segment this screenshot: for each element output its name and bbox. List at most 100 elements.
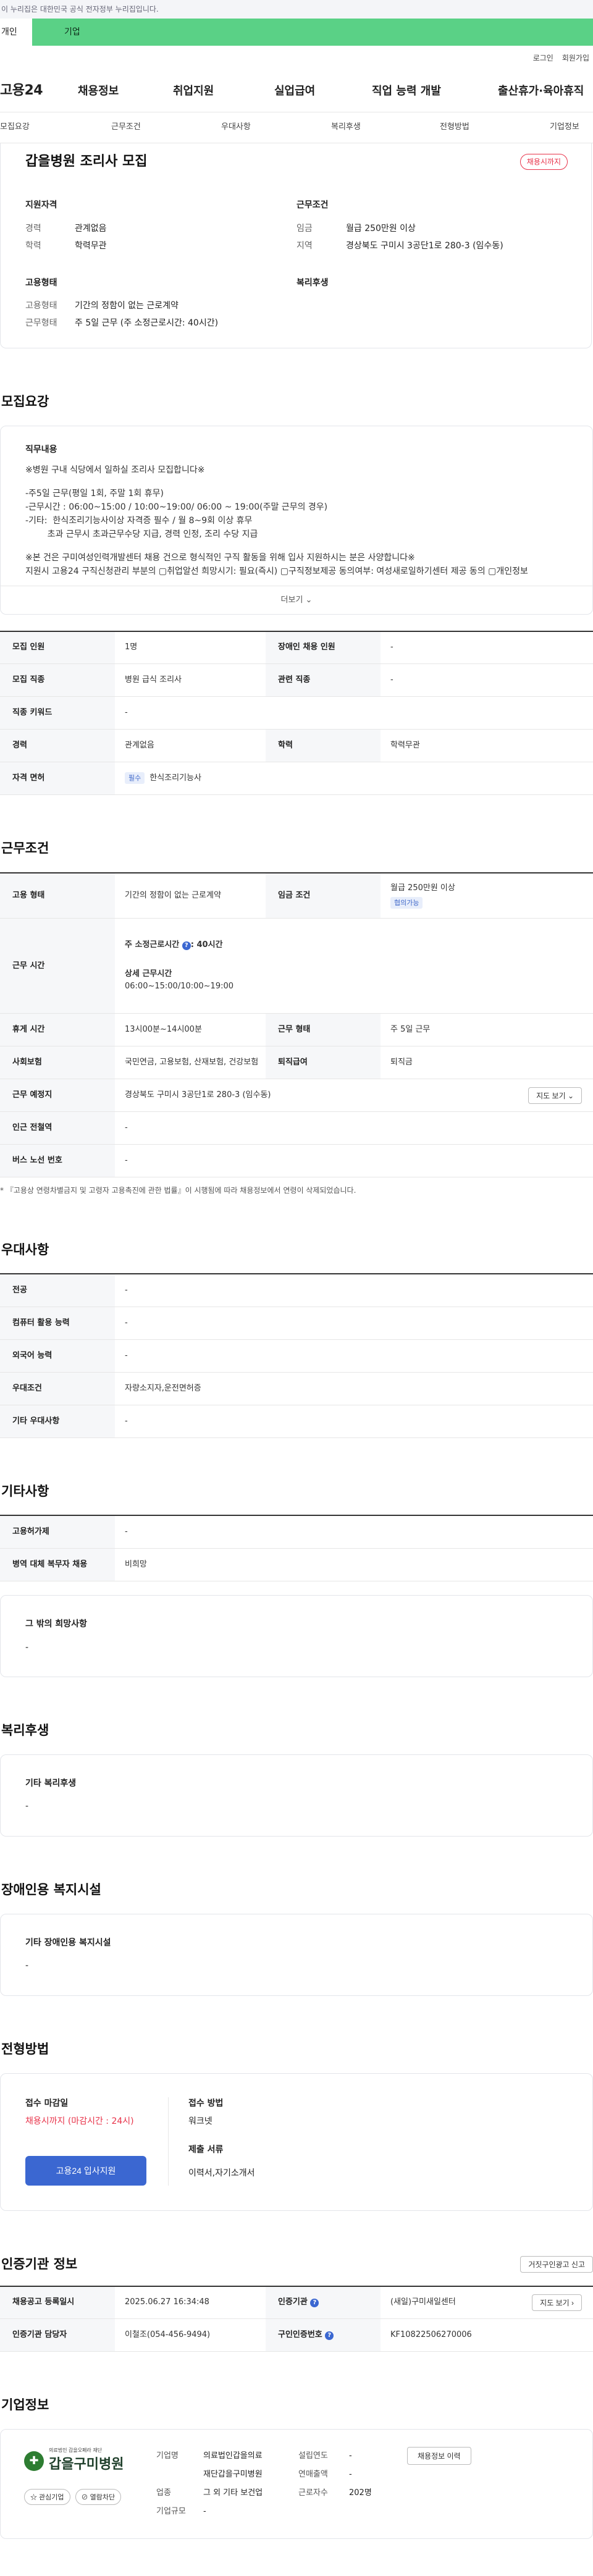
job-keyword-value: - bbox=[115, 696, 593, 730]
table-row: 근무 시간 주 소정근로시간 ?: 40시간 상세 근무시간 06:00~15:… bbox=[0, 918, 593, 1014]
language-label: 외국어 능력 bbox=[0, 1339, 115, 1373]
anchor-preferences[interactable]: 우대사항 bbox=[221, 121, 331, 133]
registered-at-label: 채용공고 등록일시 bbox=[0, 2285, 115, 2320]
gnb-menu-jobs[interactable]: 채용정보 bbox=[78, 83, 173, 100]
other-hope-value: - bbox=[25, 1642, 29, 1652]
duty-line: ※병원 구내 식당에서 일하실 조리사 모집합니다※ bbox=[25, 465, 205, 475]
table-row: 고용허가제 - bbox=[0, 1515, 593, 1549]
table-row: 기타 우대사항 - bbox=[0, 1405, 593, 1438]
site-logo[interactable]: 고용24 bbox=[0, 80, 78, 101]
auth-number-label-text: 구인인증번호 bbox=[278, 2330, 322, 2339]
deadline-heading: 접수 마감일 bbox=[25, 2098, 69, 2108]
preferred-condition-label: 우대조건 bbox=[0, 1372, 115, 1405]
related-job-value: - bbox=[381, 663, 593, 697]
company-logo: ✚ 의료법인 갑을오페라 재단 갑을구미병원 bbox=[24, 2447, 156, 2475]
info-icon[interactable]: ? bbox=[325, 2331, 334, 2340]
education-value: 학력무관 bbox=[75, 240, 107, 251]
info-icon[interactable]: ? bbox=[182, 941, 191, 951]
work-type-value: 주 5일 근무 (주 소정근로시간: 40시간) bbox=[75, 318, 219, 329]
anchor-recruit[interactable]: 모집요강 bbox=[0, 121, 111, 133]
annual-sales-value: - bbox=[349, 2469, 352, 2479]
pension-value: 퇴직금 bbox=[381, 1046, 593, 1080]
wage-label: 임금 조건 bbox=[266, 872, 381, 919]
job-category-value: 병원 급식 조리사 bbox=[115, 663, 266, 697]
rest-time-value: 13시00분~14시00분 bbox=[115, 1013, 266, 1047]
duty-line: -주5일 근무(평일 1회, 주말 1회 휴무) bbox=[25, 488, 164, 499]
employment-type-label: 고용형태 bbox=[25, 301, 57, 311]
login-link[interactable]: 로그인 bbox=[533, 53, 553, 64]
other-hope-heading: 그 밖의 희망사항 bbox=[25, 1618, 87, 1629]
table-row: 우대조건 자량소지자,운전면허증 bbox=[0, 1372, 593, 1405]
report-false-ad-button[interactable]: 거짓구인광고 신고 bbox=[520, 2255, 593, 2273]
job-history-button[interactable]: 채용정보 이력 bbox=[407, 2446, 471, 2465]
wage-value: 월급 250만원 이상 bbox=[390, 883, 455, 893]
table-row: 고용 형태 기간의 정함이 없는 근로계약 임금 조건 월급 250만원 이상 협… bbox=[0, 872, 593, 919]
license-value-cell: 필수 한식조리기능사 bbox=[115, 762, 593, 796]
rest-time-label: 휴게 시간 bbox=[0, 1013, 115, 1047]
tab-individual[interactable]: 개인 bbox=[0, 19, 32, 46]
company-name-line: 의료법인갑을의료 bbox=[203, 2451, 263, 2460]
cert-org-label: 인증기관 ? bbox=[266, 2285, 381, 2320]
language-value: - bbox=[115, 1339, 593, 1373]
required-chip: 필수 bbox=[125, 772, 145, 785]
company-section-title: 기업정보 bbox=[1, 2397, 49, 2413]
block-company-button[interactable]: ⊘ 열람차단 bbox=[75, 2489, 122, 2506]
industry-value: 그 외 기타 보건업 bbox=[203, 2488, 263, 2498]
more-button[interactable]: 더보기 ⌄ bbox=[1, 585, 592, 614]
tab-corporate[interactable]: 기업 bbox=[32, 19, 593, 46]
employment-type-value: 기간의 정함이 없는 근로계약 bbox=[115, 872, 266, 919]
gnb-menu-unemployment-benefit[interactable]: 실업급여 bbox=[274, 83, 372, 100]
anchor-work-conditions[interactable]: 근무조건 bbox=[111, 121, 221, 133]
map-view-button[interactable]: 지도 보기 ⌄ bbox=[528, 1087, 582, 1104]
welfare-heading: 복리후생 bbox=[296, 277, 329, 288]
favorite-company-button[interactable]: ☆ 관심기업 bbox=[24, 2489, 70, 2506]
table-row: 인증기관 담당자 이철조(054-456-9494) 구인인증번호 ? KF10… bbox=[0, 2318, 593, 2352]
duty-heading: 직무내용 bbox=[25, 444, 57, 455]
duty-card: 직무내용 ※병원 구내 식당에서 일하실 조리사 모집합니다※ -주5일 근무(평… bbox=[0, 425, 593, 615]
recruit-count-value: 1명 bbox=[115, 630, 266, 665]
welfare-section-title: 복리후생 bbox=[1, 1723, 49, 1738]
info-icon[interactable]: ? bbox=[310, 2299, 319, 2308]
detail-hours-label: 상세 근무시간 bbox=[125, 969, 172, 979]
company-name-line: 재단갑을구미병원 bbox=[203, 2469, 263, 2479]
cert-staff-label: 인증기관 담당자 bbox=[0, 2318, 115, 2352]
founded-year-label: 설립연도 bbox=[298, 2451, 328, 2460]
logo-subtitle: 의료법인 갑을오페라 재단 bbox=[49, 2447, 103, 2453]
other-hope-card: 그 밖의 희망사항 - bbox=[0, 1594, 593, 1678]
bus-label: 버스 노선 번호 bbox=[0, 1144, 115, 1178]
hospital-logo-icon: ✚ bbox=[24, 2451, 44, 2471]
apply-button[interactable]: 고용24 입사지원 bbox=[25, 2155, 146, 2186]
apply-card: 접수 마감일 채용시까지 (마감시간 : 24시) 고용24 입사지원 접수 방… bbox=[0, 2073, 593, 2211]
facility-card: 기타 장애인용 복지시설 - bbox=[0, 1913, 593, 1997]
anchor-selection[interactable]: 전형방법 bbox=[440, 121, 550, 133]
cert-map-button[interactable]: 지도 보기 › bbox=[532, 2294, 582, 2311]
military-label: 병역 대체 복무자 채용 bbox=[0, 1548, 115, 1581]
work-place-label: 근무 예정지 bbox=[0, 1079, 115, 1113]
gnb-menu-employment-support[interactable]: 취업지원 bbox=[173, 83, 274, 100]
preference-table: 전공 - 컴퓨터 활용 능력 - 외국어 능력 - 우대조건 자량소지자,운전면허증 기… bbox=[0, 1273, 593, 1438]
work-table: 고용 형태 기간의 정함이 없는 근로계약 임금 조건 월급 250만원 이상 협… bbox=[0, 872, 593, 1178]
table-row: 사회보험 국민연금, 고용보험, 산재보험, 건강보험 퇴직급여 퇴직금 bbox=[0, 1046, 593, 1080]
education-label: 학력 bbox=[266, 729, 381, 763]
work-hours-label: 근무 시간 bbox=[0, 918, 115, 1014]
work-permit-value: - bbox=[115, 1515, 593, 1549]
gnb-menu-parental-leave[interactable]: 출산휴가·육아휴직 bbox=[498, 83, 584, 100]
subway-label: 인근 전철역 bbox=[0, 1111, 115, 1145]
education-value: 학력무관 bbox=[381, 729, 593, 763]
weekly-hours-label: 주 소정근로시간 bbox=[125, 940, 180, 950]
work-hours-cell: 주 소정근로시간 ?: 40시간 상세 근무시간 06:00~15:00/10:… bbox=[115, 918, 593, 1014]
gnb-menu-job-training[interactable]: 직업 능력 개발 bbox=[372, 83, 498, 100]
anchor-welfare[interactable]: 복리후생 bbox=[331, 121, 440, 133]
duty-line: -기타: 한식조리기능사이상 자격증 필수 / 월 8~9회 이상 휴무 bbox=[25, 515, 253, 526]
join-link[interactable]: 회원가입 bbox=[562, 53, 589, 64]
recruit-section-title: 모집요강 bbox=[1, 394, 49, 410]
weekly-hours-row: 주 소정근로시간 ?: 40시간 bbox=[125, 940, 223, 951]
work-form-value: 주 5일 근무 bbox=[381, 1013, 593, 1047]
career-label: 경력 bbox=[0, 729, 115, 763]
duty-line bbox=[25, 477, 574, 487]
wage-cell: 월급 250만원 이상 협의가능 bbox=[381, 872, 593, 919]
anchor-company[interactable]: 기업정보 bbox=[550, 121, 579, 133]
cert-staff-value: 이철조(054-456-9494) bbox=[115, 2318, 266, 2352]
table-row: 모집 인원 1명 장애인 채용 인원 - bbox=[0, 630, 593, 665]
cert-org-value: (새일)구미새일센터 bbox=[390, 2297, 456, 2307]
